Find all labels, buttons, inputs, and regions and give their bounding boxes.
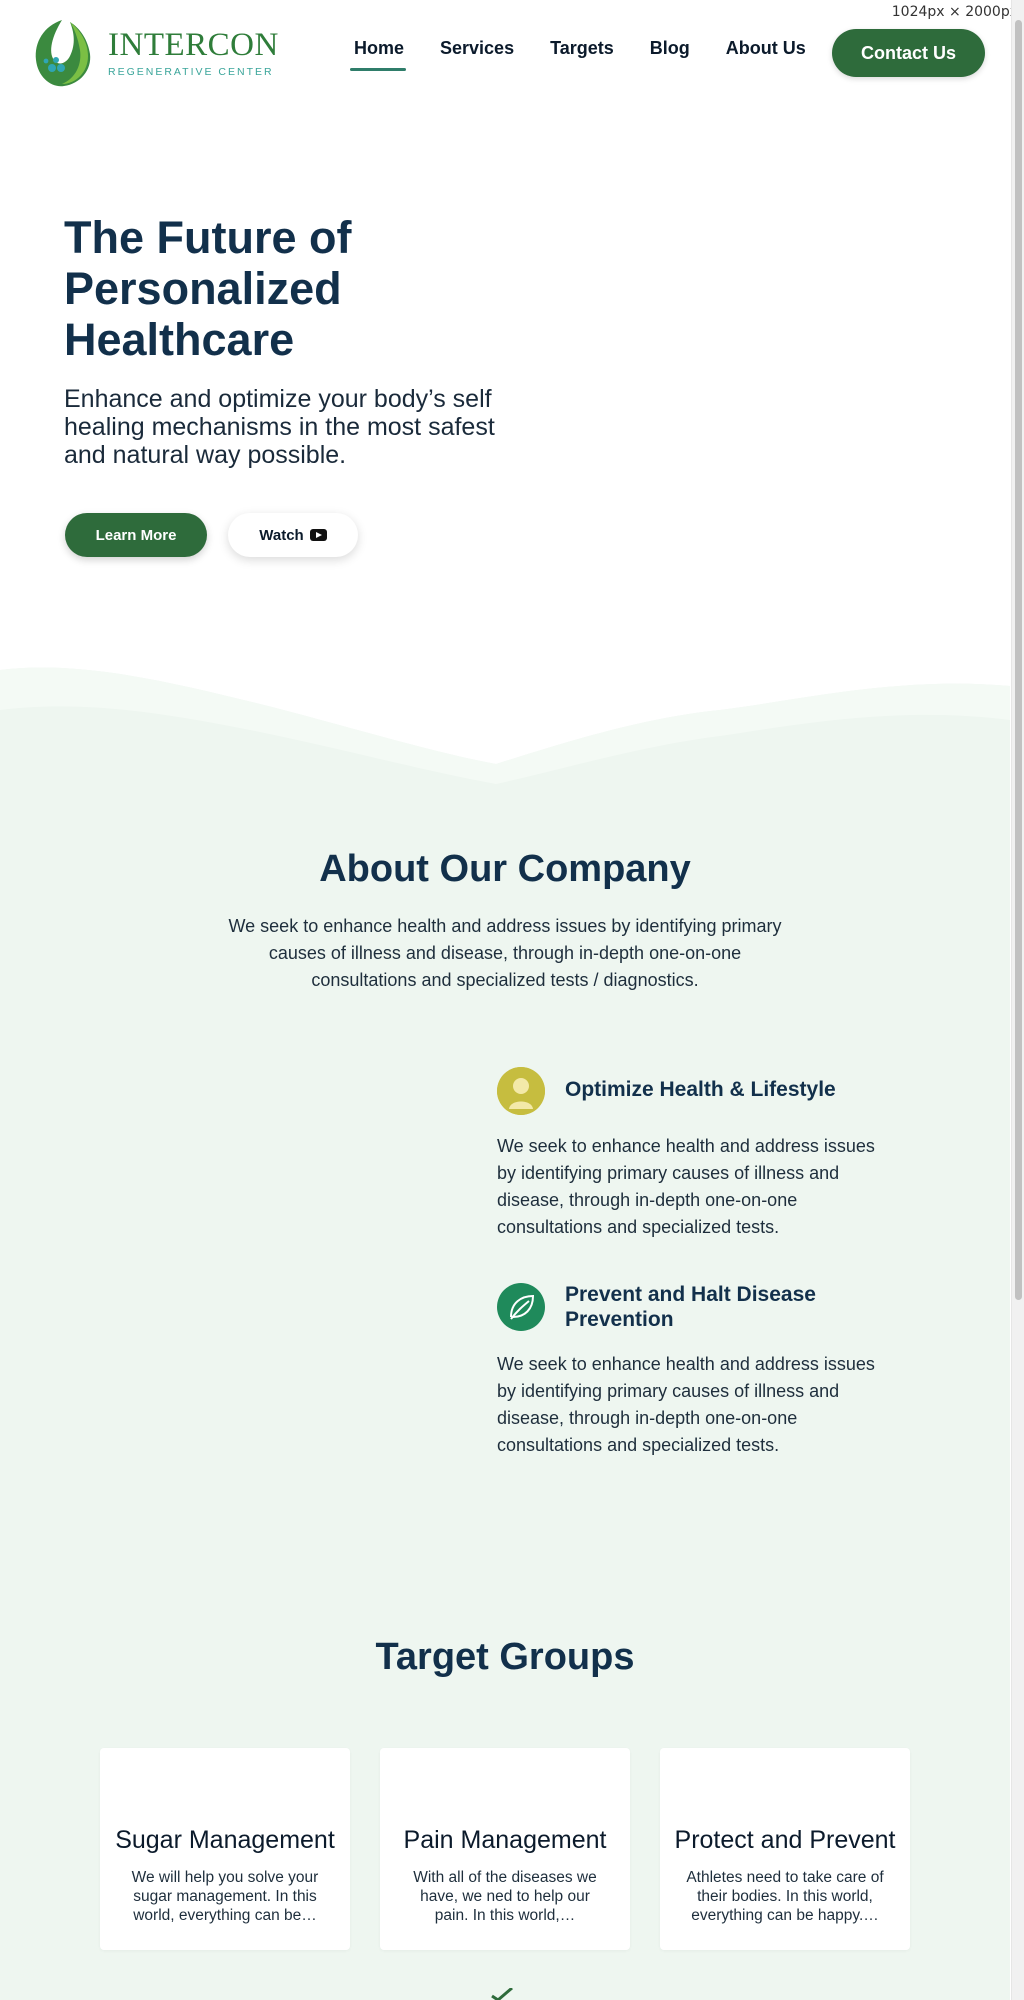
leaf-icon [497,1283,545,1331]
hero-title: The Future of Personalized Healthcare [64,212,352,365]
learn-more-button[interactable]: Learn More [65,513,207,557]
scrollbar-thumb[interactable] [1015,20,1022,1300]
target-card-protect[interactable]: Protect and Prevent Athletes need to tak… [660,1748,910,1950]
card-text: Athletes need to take care of their bodi… [686,1869,884,1924]
nav-item-home[interactable]: Home [349,38,407,71]
brand-logo[interactable]: INTERCON REGENERATIVE CENTER [30,16,279,90]
watch-button-label: Watch [259,526,304,544]
check-icon [491,1988,513,2000]
feature-text-optimize: We seek to enhance health and address is… [497,1136,875,1237]
target-groups-title: Target Groups [375,1636,635,1678]
target-card-pain[interactable]: Pain Management With all of the diseases… [380,1748,630,1950]
logo-mark-icon [35,20,91,87]
person-icon [497,1067,545,1115]
target-card-sugar[interactable]: Sugar Management We will help you solve … [100,1748,350,1950]
site-header: INTERCON REGENERATIVE CENTER Home Servic… [0,0,1010,104]
nav-item-services[interactable]: Services [440,38,514,59]
about-section-title: About Our Company [319,848,691,890]
card-title: Protect and Prevent [674,1826,896,1854]
hero-subtitle: Enhance and optimize your body’s self he… [64,385,495,469]
nav-item-about-us[interactable]: About Us [726,38,806,59]
main-nav: Home Services Targets Blog About Us [349,38,842,71]
feature-text-prevent: We seek to enhance health and address is… [497,1354,875,1455]
youtube-play-icon [309,529,327,541]
card-text: With all of the diseases we have, we ned… [413,1869,597,1924]
watch-button[interactable]: Watch [228,513,358,557]
nav-item-blog[interactable]: Blog [650,38,690,59]
brand-tagline: REGENERATIVE CENTER [108,65,274,78]
card-title: Pain Management [403,1826,607,1854]
page-scrollbar[interactable] [1011,0,1024,2000]
nav-item-targets[interactable]: Targets [550,38,614,59]
contact-us-button[interactable]: Contact Us [832,29,985,77]
about-description: We seek to enhance health and address is… [228,916,782,990]
card-text: We will help you solve your sugar manage… [131,1869,319,1924]
feature-title-prevent: Prevent and Halt Disease Prevention [565,1283,816,1331]
brand-name: INTERCON [108,26,279,63]
section-wave-divider [0,660,1010,820]
card-title: Sugar Management [115,1826,335,1854]
feature-title-optimize: Optimize Health & Lifestyle [565,1078,836,1101]
